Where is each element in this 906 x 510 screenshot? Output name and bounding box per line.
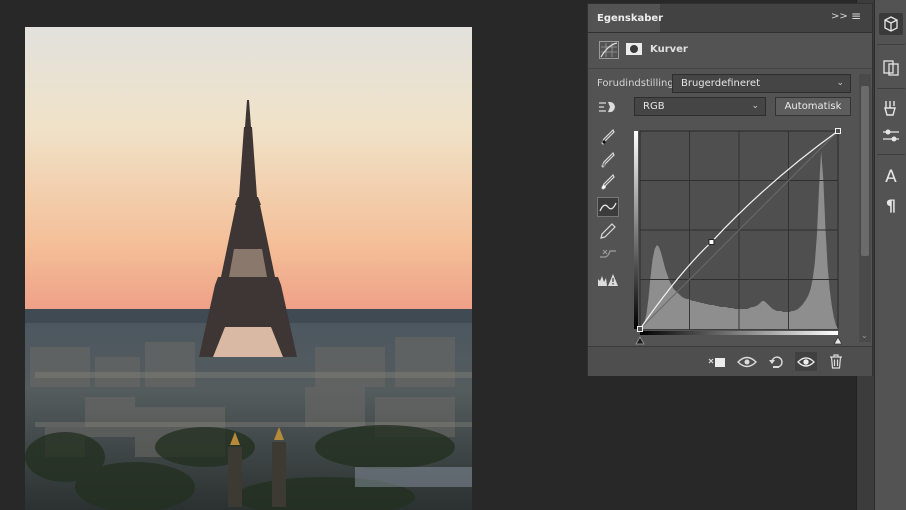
3d-cube-icon[interactable]: [879, 13, 903, 35]
character-icon[interactable]: A: [879, 166, 903, 188]
trash-icon[interactable]: [825, 352, 847, 371]
auto-button[interactable]: Automatisk: [775, 97, 851, 116]
black-point-slider[interactable]: [635, 336, 645, 345]
black-point-eyedropper-icon[interactable]: [597, 127, 619, 147]
smooth-curve-icon[interactable]: [597, 244, 619, 264]
curves-adjustment-icon[interactable]: [599, 41, 619, 59]
curve-control-point[interactable]: [835, 128, 841, 134]
curve-control-point[interactable]: [637, 326, 643, 332]
adjustment-header: Kurver: [588, 33, 872, 69]
adjust-sliders-icon[interactable]: [879, 125, 903, 147]
white-point-slider[interactable]: [833, 336, 843, 345]
scroll-down-icon[interactable]: ⌄: [861, 331, 868, 340]
brush-settings-icon[interactable]: [879, 97, 903, 119]
panel-footer: [588, 346, 872, 376]
white-point-eyedropper-icon[interactable]: [597, 172, 619, 192]
collapse-icon[interactable]: >>: [831, 11, 848, 22]
preset-value: Brugerdefineret: [681, 78, 760, 89]
adjustment-title: Kurver: [650, 44, 688, 55]
horizontal-gradient-bar: [640, 331, 838, 335]
chevron-down-icon: ⌄: [751, 101, 759, 111]
panel-tab-bar: Egenskaber >> ≡: [588, 4, 872, 33]
curve-control-point[interactable]: [708, 239, 715, 246]
view-previous-state-icon[interactable]: [736, 352, 758, 371]
panel-scrollbar[interactable]: ⌄: [859, 74, 871, 342]
curves-graph[interactable]: [634, 126, 843, 352]
channel-dropdown[interactable]: RGB ⌄: [634, 97, 766, 116]
chevron-down-icon: ⌄: [836, 78, 844, 88]
preset-label: Forudindstilling:: [597, 78, 678, 89]
clipping-warning-icon[interactable]: [597, 270, 619, 290]
channel-value: RGB: [643, 101, 665, 112]
reset-icon[interactable]: [765, 352, 787, 371]
right-toolbar: A ¶: [874, 0, 906, 510]
eiffel-tower-photo: [25, 27, 472, 510]
preset-dropdown[interactable]: Brugerdefineret ⌄: [672, 74, 851, 93]
on-image-adjust-icon[interactable]: [597, 97, 619, 117]
paragraph-icon[interactable]: ¶: [879, 194, 903, 216]
panel-menu-icon[interactable]: ≡: [851, 9, 861, 23]
gray-point-eyedropper-icon[interactable]: [597, 150, 619, 170]
scroll-thumb[interactable]: [861, 86, 869, 256]
pencil-draw-icon[interactable]: [597, 221, 619, 241]
visibility-eye-icon[interactable]: [795, 352, 817, 371]
libraries-icon[interactable]: [879, 57, 903, 79]
tab-egenskaber[interactable]: Egenskaber: [588, 4, 663, 32]
curve-point-tool-icon[interactable]: [597, 197, 619, 217]
clip-to-layer-icon[interactable]: [706, 352, 728, 371]
properties-panel: Egenskaber >> ≡ Kurver Forudindstilling:…: [587, 3, 873, 376]
mask-icon[interactable]: [625, 41, 645, 59]
vertical-gradient-bar: [634, 131, 638, 329]
